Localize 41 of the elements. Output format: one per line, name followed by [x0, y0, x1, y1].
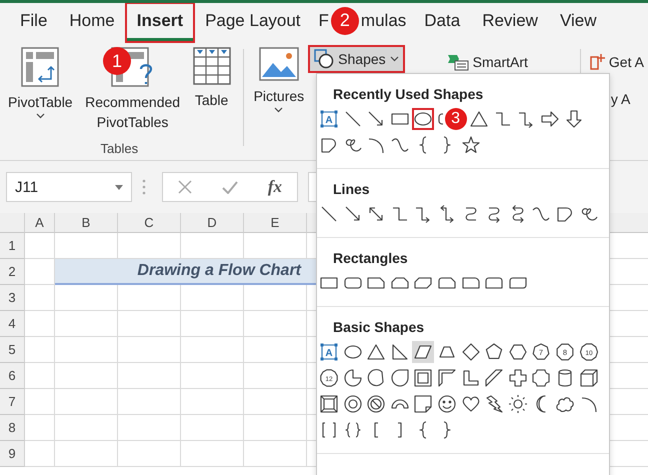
column-header[interactable]: E: [244, 213, 307, 233]
ribbon-tab[interactable]: Insert: [126, 4, 194, 40]
group-label: Tables: [100, 141, 138, 158]
ribbon-label: Get A: [608, 54, 644, 70]
ribbon-button[interactable]: PivotTable: [6, 45, 75, 141]
ribbon-tab[interactable]: Review: [472, 4, 548, 40]
text-box-icon[interactable]: A: [318, 108, 340, 130]
column-header[interactable]: D: [181, 213, 244, 233]
pictures-button[interactable]: Pictures: [252, 45, 306, 160]
ribbon-button[interactable]: Table: [190, 45, 233, 141]
section-title: Lines: [333, 180, 370, 199]
row-header[interactable]: 4: [0, 311, 25, 337]
row-header[interactable]: 8: [0, 415, 25, 441]
ribbon-tab[interactable]: View: [550, 4, 606, 40]
column-header[interactable]: B: [55, 213, 118, 233]
row-header[interactable]: 3: [0, 285, 25, 311]
step-badge: 1: [103, 47, 131, 75]
ribbon-tab[interactable]: File: [10, 4, 58, 40]
ribbon-tab[interactable]: F 2 mulas: [312, 4, 412, 40]
row-header[interactable]: 9: [0, 441, 25, 467]
title-cell: Drawing a Flow Chart: [55, 259, 307, 285]
text-box-icon[interactable]: A: [318, 341, 340, 363]
section-title: Basic Shapes: [333, 318, 424, 337]
step-badge: 2: [330, 6, 359, 34]
row-header[interactable]: 1: [0, 233, 25, 259]
shapes-button[interactable]: Shapes: [308, 45, 405, 73]
ribbon-tab[interactable]: Page Layout: [195, 4, 311, 40]
section-title: Recently Used Shapes: [333, 85, 484, 104]
row-header[interactable]: 2: [0, 259, 25, 285]
ribbon-tab[interactable]: Home: [59, 4, 125, 40]
column-header[interactable]: A: [25, 213, 55, 233]
ribbon-label: y A: [610, 91, 630, 107]
row-header[interactable]: 5: [0, 337, 25, 363]
section-title: Rectangles: [333, 249, 408, 268]
step-badge: 3: [444, 108, 467, 130]
row-header[interactable]: 7: [0, 389, 25, 415]
insert-function-button[interactable]: fx: [268, 177, 282, 197]
column-header[interactable]: C: [118, 213, 181, 233]
row-header[interactable]: 6: [0, 363, 25, 389]
name-box[interactable]: J11: [6, 172, 132, 202]
ribbon-tab[interactable]: Data: [414, 4, 470, 40]
